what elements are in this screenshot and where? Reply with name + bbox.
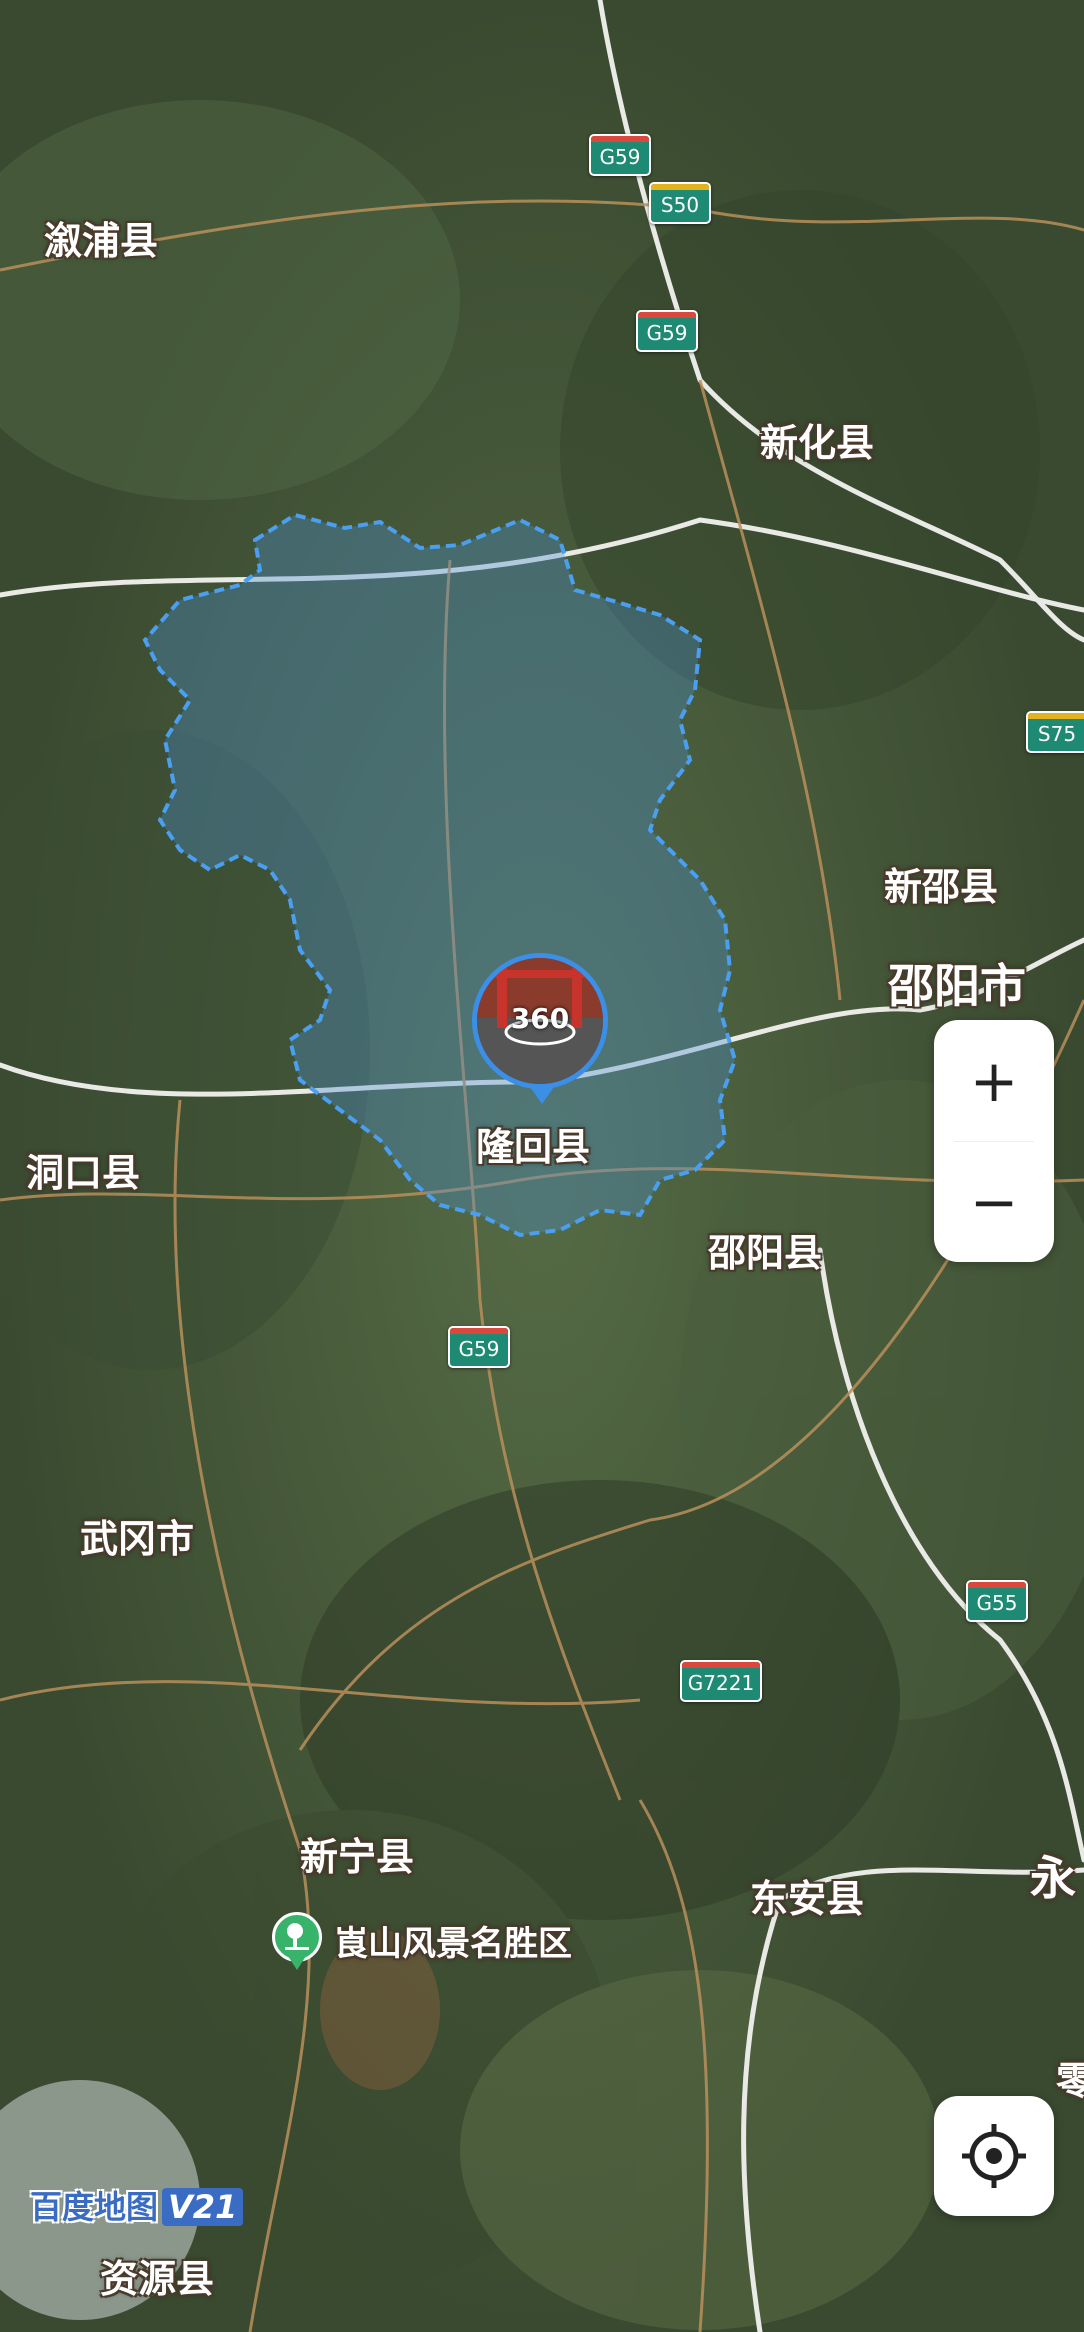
- zoom-control: + −: [934, 1020, 1054, 1262]
- place-label-xinning[interactable]: 新宁县: [300, 1826, 414, 1881]
- place-label-ziyuan[interactable]: 资源县: [100, 2248, 214, 2303]
- place-label-shaoyang-county[interactable]: 邵阳县: [708, 1222, 822, 1277]
- place-label-shaoyang-city[interactable]: 邵阳市: [888, 950, 1026, 1016]
- zoom-in-button[interactable]: +: [934, 1020, 1054, 1141]
- road-shield-g7221: G7221: [680, 1660, 762, 1702]
- tree-icon: [285, 1923, 309, 1950]
- road-shield-g55: G55: [966, 1580, 1028, 1622]
- zoom-out-button[interactable]: −: [934, 1141, 1054, 1262]
- road-shield-label: S50: [660, 193, 700, 217]
- place-label-xupu[interactable]: 溆浦县: [44, 210, 158, 265]
- road-shield-g59: G59: [448, 1326, 510, 1368]
- scenic-label[interactable]: 崀山风景名胜区: [334, 1916, 572, 1965]
- place-label-dongan[interactable]: 东安县: [750, 1868, 864, 1923]
- logo-text: 百度地图: [30, 2188, 159, 2226]
- panorama-badge: 360: [510, 1002, 570, 1035]
- place-label-ling[interactable]: 零: [1056, 2050, 1084, 2105]
- place-label-wugang[interactable]: 武冈市: [80, 1508, 194, 1563]
- place-label-xinhua[interactable]: 新化县: [760, 412, 874, 467]
- road-shield-g59: G59: [589, 134, 651, 176]
- locate-button[interactable]: [934, 2096, 1054, 2216]
- road-shield-label: G55: [976, 1591, 1018, 1615]
- scenic-pin-tail: [288, 1956, 306, 1970]
- road-shield-label: G59: [458, 1337, 500, 1361]
- road-shield-g59: G59: [636, 310, 698, 352]
- place-label-yong[interactable]: 永: [1030, 1842, 1076, 1908]
- version-badge: V21: [162, 2188, 244, 2226]
- scenic-area-icon[interactable]: [272, 1912, 322, 1962]
- road-shield-label: S75: [1037, 722, 1077, 746]
- place-label-longhui[interactable]: 隆回县: [476, 1116, 590, 1171]
- place-label-dongkou[interactable]: 洞口县: [26, 1142, 140, 1197]
- locate-crosshair-icon: [962, 2124, 1026, 2188]
- road-shield-s50: S50: [649, 182, 711, 224]
- baidu-map-logo: 百度地图 V21: [30, 2182, 244, 2228]
- place-label-xinshao[interactable]: 新邵县: [884, 856, 998, 911]
- road-shield-label: G7221: [687, 1671, 755, 1695]
- road-shield-label: G59: [646, 321, 688, 345]
- panorama-360-pin[interactable]: 360: [472, 953, 608, 1089]
- panorama-pin-tail: [528, 1084, 556, 1104]
- road-shield-label: G59: [599, 145, 641, 169]
- road-shield-s75: S75: [1026, 711, 1084, 753]
